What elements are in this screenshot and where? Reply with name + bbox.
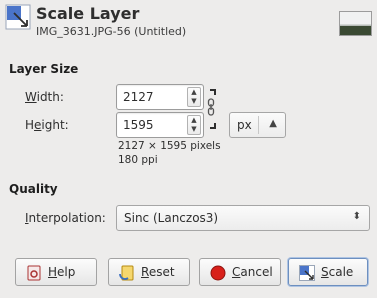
unit-select[interactable]: px ▲ [229, 112, 286, 138]
scale-label: Scale [321, 265, 354, 279]
help-label: Help [48, 265, 76, 279]
scale-button[interactable]: Scale [288, 258, 368, 286]
dialog-title: Scale Layer [36, 4, 140, 23]
width-spin-button[interactable]: ▲ ▼ [187, 87, 201, 107]
width-input[interactable]: 2127 ▲ ▼ [116, 84, 204, 110]
chain-bracket-top [210, 89, 216, 95]
interpolation-select[interactable]: Sinc (Lanczos3) ⬍ [116, 205, 370, 231]
cancel-button[interactable]: Cancel [199, 258, 281, 286]
image-thumbnail [339, 11, 372, 36]
cancel-label: Cancel [232, 265, 273, 279]
reset-label: Reset [141, 265, 175, 279]
quality-heading: Quality [9, 182, 58, 196]
pixel-dimensions: 2127 × 1595 pixels [118, 140, 221, 152]
image-name: IMG_3631.JPG-56 (Untitled) [36, 25, 187, 38]
reset-icon [119, 265, 134, 281]
unit-dropdown-icon: ▲ [269, 118, 277, 129]
resolution-text: 180 ppi [118, 154, 158, 166]
height-spin-button[interactable]: ▲ ▼ [187, 115, 201, 135]
chain-bracket-bottom [210, 123, 216, 129]
interpolation-label: Interpolation: [25, 211, 106, 225]
interpolation-dropdown-icon: ⬍ [352, 211, 361, 222]
dialog-header: Scale Layer IMG_3631.JPG-56 (Untitled) [0, 0, 377, 50]
scale-icon [299, 265, 315, 281]
height-input[interactable]: 1595 ▲ ▼ [116, 112, 204, 138]
help-button[interactable]: Help [15, 258, 97, 286]
height-label: Height: [25, 118, 69, 132]
width-label: Width: [25, 90, 64, 104]
layer-size-heading: Layer Size [9, 62, 79, 76]
help-icon [27, 265, 41, 281]
cancel-icon [210, 265, 226, 281]
scale-layer-icon [5, 4, 31, 30]
chain-link-icon[interactable] [207, 98, 215, 116]
reset-button[interactable]: Reset [108, 258, 190, 286]
